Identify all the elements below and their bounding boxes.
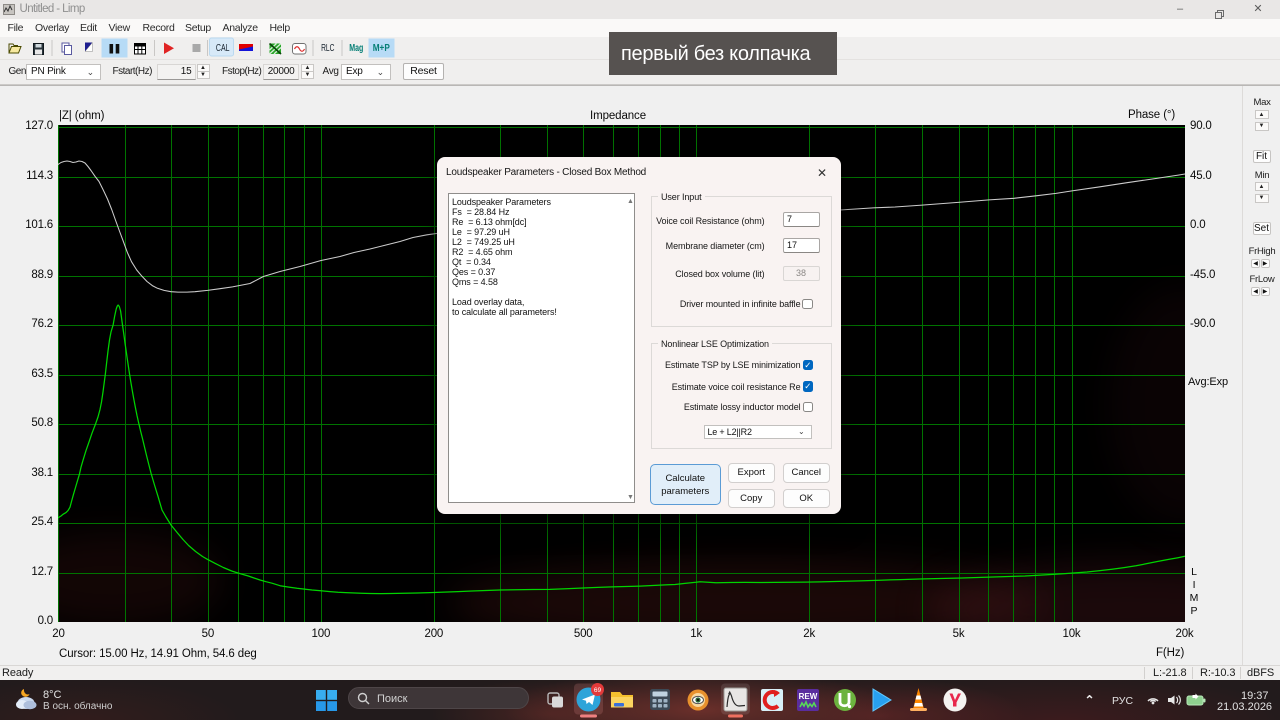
svg-text:▲: ▲ [727,690,732,696]
svg-text:M+P: M+P [373,43,390,54]
svg-text:69: 69 [594,687,602,694]
svg-text:Mag: Mag [349,43,363,54]
svg-text:REW: REW [799,692,818,701]
svg-text:RLC: RLC [321,42,335,54]
svg-text:CAL: CAL [216,42,230,54]
